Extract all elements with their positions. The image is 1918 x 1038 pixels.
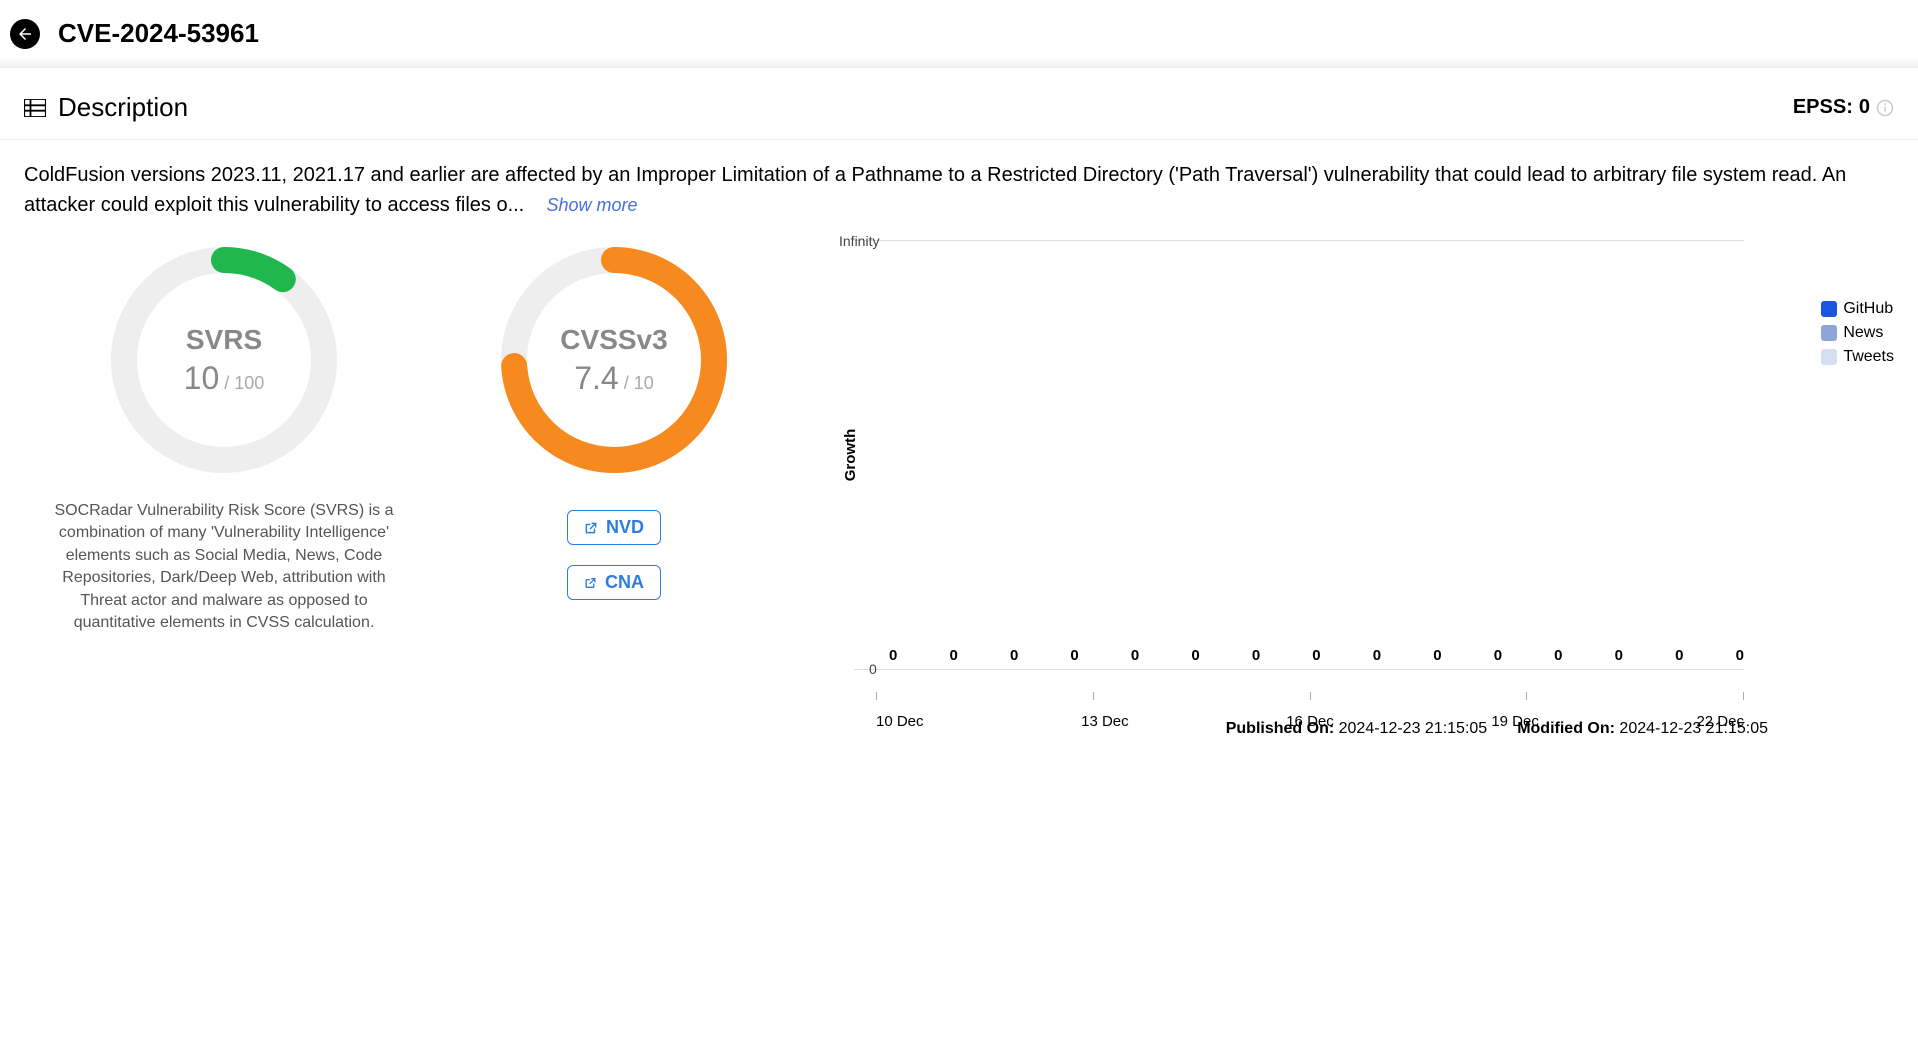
- cna-link[interactable]: CNA: [567, 565, 661, 600]
- legend-label: Tweets: [1843, 348, 1894, 366]
- x-tick-label: 22 Dec: [1696, 713, 1744, 730]
- legend-item[interactable]: GitHub: [1821, 300, 1894, 318]
- x-tick-label: 16 Dec: [1286, 713, 1334, 730]
- x-axis-ticks: 10 Dec 13 Dec 16 Dec 19 Dec 22 Dec: [876, 713, 1744, 730]
- page-header: CVE-2024-53961: [0, 0, 1918, 68]
- chart-data-label: 0: [1252, 647, 1260, 664]
- chart-data-label: 0: [889, 647, 897, 664]
- nvd-link[interactable]: NVD: [567, 510, 661, 545]
- external-link-icon: [584, 519, 598, 537]
- legend-swatch: [1821, 349, 1837, 365]
- cna-link-text: CNA: [605, 572, 644, 593]
- x-tick-marks: [876, 692, 1744, 700]
- y-axis-title: Growth: [842, 429, 859, 482]
- chart-data-label: 0: [1131, 647, 1139, 664]
- chart-data-label: 0: [949, 647, 957, 664]
- info-icon[interactable]: [1876, 99, 1894, 117]
- section-header: Description EPSS: 0: [0, 68, 1918, 139]
- chart-data-label: 0: [1312, 647, 1320, 664]
- arrow-left-icon: [16, 25, 34, 43]
- svrs-label: SVRS: [186, 324, 262, 356]
- legend-item[interactable]: News: [1821, 324, 1894, 342]
- growth-chart: Infinity 0 Growth 000000000000000 10 Dec…: [804, 240, 1894, 670]
- chart-data-label: 0: [1615, 647, 1623, 664]
- svrs-gauge: SVRS 10 / 100: [104, 240, 344, 480]
- show-more-link[interactable]: Show more: [546, 195, 637, 215]
- chart-data-label: 0: [1433, 647, 1441, 664]
- svrs-column: SVRS 10 / 100 SOCRadar Vulnerability Ris…: [24, 240, 424, 634]
- cvss-gauge: CVSSv3 7.4 / 10: [494, 240, 734, 480]
- chart-data-label: 0: [1494, 647, 1502, 664]
- svrs-max: / 100: [219, 373, 264, 393]
- chart-data-label: 0: [1070, 647, 1078, 664]
- chart-data-label: 0: [1554, 647, 1562, 664]
- metrics-row: SVRS 10 / 100 SOCRadar Vulnerability Ris…: [0, 230, 1918, 670]
- svrs-value: 10: [184, 360, 220, 396]
- footer-dates: Published On: 2024-12-23 21:15:05 Modifi…: [0, 670, 1918, 746]
- epss-value: 0: [1859, 96, 1870, 119]
- section-title-text: Description: [58, 92, 188, 123]
- chart-plot-area: Infinity 0 Growth 000000000000000: [854, 240, 1744, 670]
- cve-title: CVE-2024-53961: [58, 18, 259, 49]
- y-axis-bottom: 0: [869, 661, 877, 677]
- cvss-label: CVSSv3: [560, 324, 667, 356]
- chart-data-label: 0: [1736, 647, 1744, 664]
- chart-data-label: 0: [1373, 647, 1381, 664]
- epss-label: EPSS:: [1793, 96, 1853, 119]
- legend-label: News: [1843, 324, 1883, 342]
- epss-score: EPSS: 0: [1793, 96, 1894, 119]
- legend-item[interactable]: Tweets: [1821, 348, 1894, 366]
- section-title-wrap: Description: [24, 92, 188, 123]
- legend-label: GitHub: [1843, 300, 1893, 318]
- svrs-description: SOCRadar Vulnerability Risk Score (SVRS)…: [39, 500, 409, 634]
- description-block: ColdFusion versions 2023.11, 2021.17 and…: [0, 140, 1918, 230]
- list-icon: [24, 99, 46, 117]
- legend-swatch: [1821, 301, 1837, 317]
- cvss-value: 7.4: [574, 360, 618, 396]
- chart-legend: GitHub News Tweets: [1821, 300, 1894, 372]
- chart-data-label: 0: [1010, 647, 1018, 664]
- nvd-link-text: NVD: [606, 517, 644, 538]
- cvss-column: CVSSv3 7.4 / 10 NVD CNA: [424, 240, 804, 600]
- chart-data-label: 0: [1675, 647, 1683, 664]
- description-text: ColdFusion versions 2023.11, 2021.17 and…: [24, 164, 1846, 216]
- x-tick-label: 10 Dec: [876, 713, 924, 730]
- legend-swatch: [1821, 325, 1837, 341]
- chart-data-label: 0: [1191, 647, 1199, 664]
- x-tick-label: 19 Dec: [1491, 713, 1539, 730]
- back-button[interactable]: [10, 19, 40, 49]
- external-link-icon: [584, 574, 597, 592]
- cvss-max: / 10: [619, 373, 654, 393]
- y-axis-top: Infinity: [839, 233, 879, 249]
- x-tick-label: 13 Dec: [1081, 713, 1129, 730]
- chart-data-labels: 0 0 0 0 0 0 0 0 0 0 0 0 0 0 0: [889, 647, 1744, 664]
